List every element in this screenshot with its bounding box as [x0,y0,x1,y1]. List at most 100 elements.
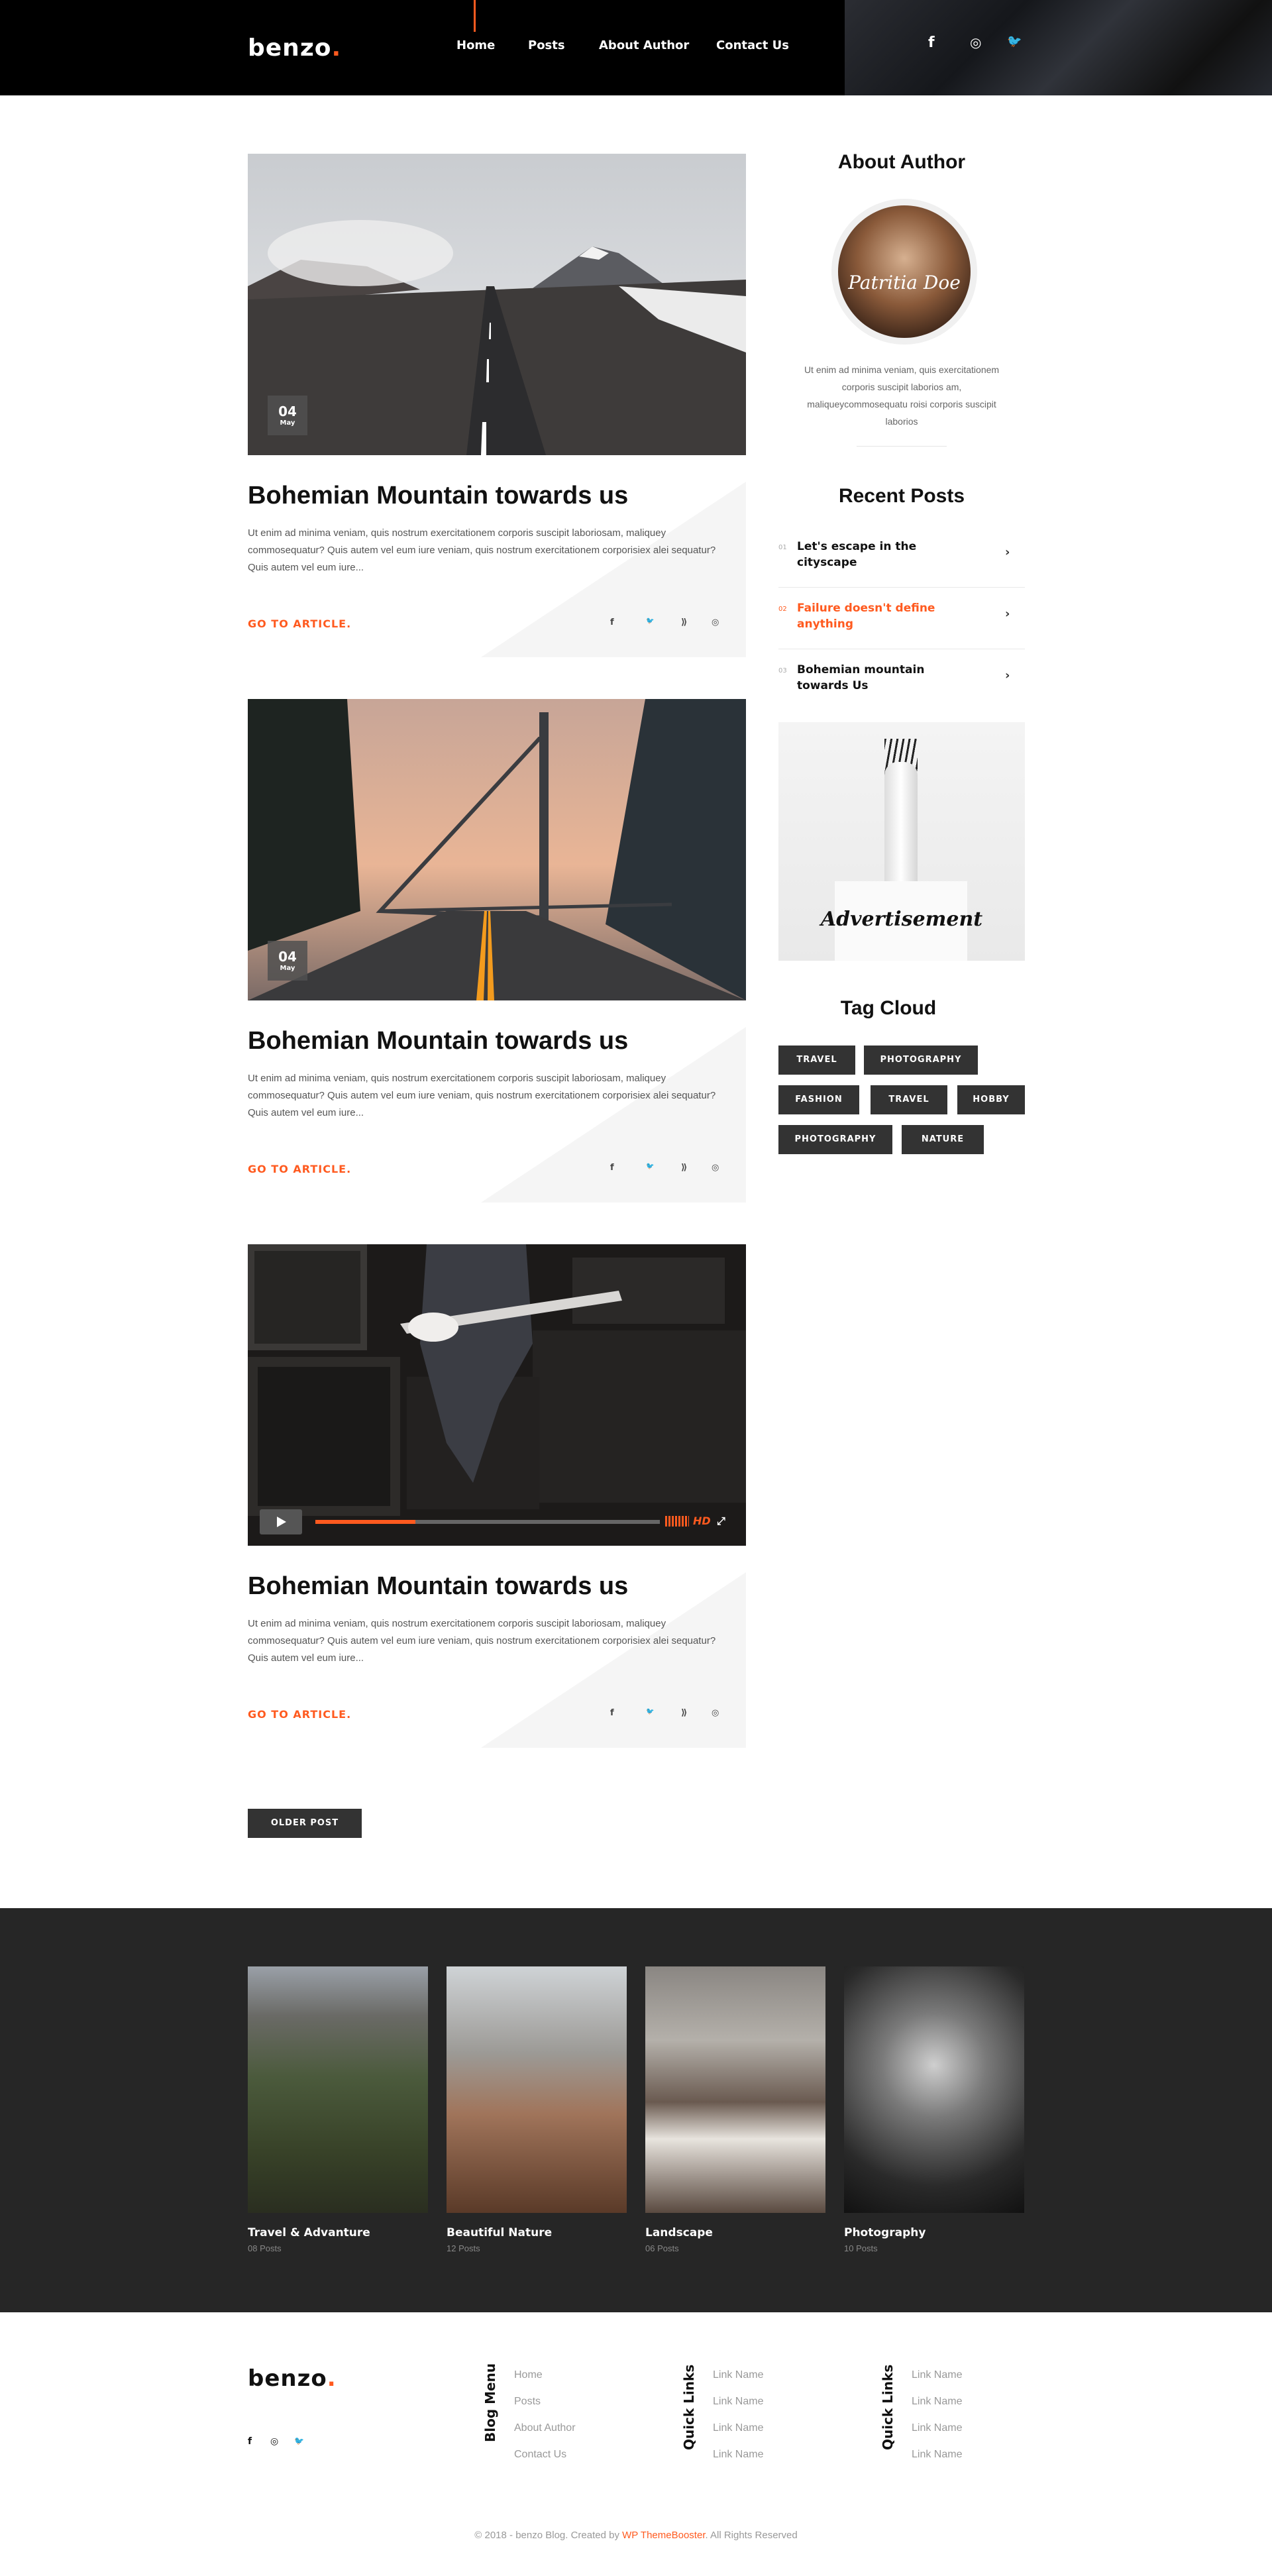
tag-cloud-heading: Tag Cloud [840,997,937,1019]
category-count: 08 Posts [248,2243,282,2253]
category-name[interactable]: Travel & Advanture [248,2226,428,2239]
post-title[interactable]: Bohemian Mountain towards us [248,1027,628,1055]
volume-bars[interactable] [665,1516,689,1527]
tag-nature[interactable]: NATURE [902,1125,984,1154]
footer-logo[interactable]: benzo. [248,2365,337,2392]
share-facebook-icon[interactable]: f [610,1708,614,1718]
tag-travel[interactable]: TRAVEL [871,1085,947,1114]
recent-post-title[interactable]: Let's escape in the cityscape [797,539,969,570]
category-name[interactable]: Photography [844,2226,1024,2239]
share-twitter-icon[interactable]: 🐦 [646,617,654,625]
post-image[interactable]: 04 May [248,699,746,1000]
footer-link[interactable]: Link Name [912,2396,962,2408]
recent-post-item[interactable]: 02 Failure doesn't define anything › [778,588,1025,649]
recent-post-item[interactable]: 01 Let's escape in the cityscape › [778,527,1025,588]
share-rss-icon[interactable]: ⟫ [681,1163,687,1173]
hd-quality-label[interactable]: HD [693,1515,711,1527]
categories-section: Travel & Advanture 08 Posts Beautiful Na… [0,1908,1272,2312]
footer-link[interactable]: Link Name [713,2396,763,2408]
instagram-icon[interactable]: ◎ [970,34,981,50]
footer-link[interactable]: Link Name [713,2422,763,2434]
theme-author-link[interactable]: WP ThemeBooster [622,2530,705,2541]
category-image [447,1966,627,2213]
post-date-badge: 04 May [268,941,307,981]
share-rss-icon[interactable]: ⟫ [681,617,687,627]
category-card[interactable]: Travel & Advanture 08 Posts [248,1966,428,2253]
footer-link[interactable]: Link Name [912,2369,962,2381]
share-facebook-icon[interactable]: f [610,1163,614,1173]
share-instagram-icon[interactable]: ◎ [712,617,719,627]
header-mountain-background [845,0,1272,95]
nav-posts[interactable]: Posts [528,38,565,52]
recent-post-title[interactable]: Failure doesn't define anything [797,600,969,632]
footer-column-title: Blog Menu [482,2363,498,2442]
nav-about-author[interactable]: About Author [599,38,689,52]
category-image [645,1966,825,2213]
category-card[interactable]: Photography 10 Posts [844,1966,1024,2253]
footer-link[interactable]: Link Name [713,2449,763,2461]
divider [857,446,947,447]
post-title[interactable]: Bohemian Mountain towards us [248,482,628,510]
category-count: 12 Posts [447,2243,480,2253]
post-video[interactable]: HD ⤢ [248,1244,746,1546]
about-author-heading: About Author [837,151,966,173]
copyright-text: © 2018 - benzo Blog. Created by WP Theme… [474,2530,798,2541]
go-to-article-link[interactable]: GO TO ARTICLE. [248,1708,351,1721]
twitter-icon[interactable]: 🐦 [294,2436,304,2445]
share-rss-icon[interactable]: ⟫ [681,1708,687,1718]
go-to-article-link[interactable]: GO TO ARTICLE. [248,1163,351,1175]
recent-posts-heading: Recent Posts [838,485,965,507]
twitter-icon[interactable]: 🐦 [1007,34,1022,48]
tag-photography[interactable]: PHOTOGRAPHY [864,1046,978,1075]
go-to-article-link[interactable]: GO TO ARTICLE. [248,617,351,630]
footer-link[interactable]: Home [514,2369,543,2381]
older-post-button[interactable]: OLDER POST [248,1809,362,1838]
about-author-text: Ut enim ad minima veniam, quis exercitat… [804,364,1000,427]
advertisement-banner[interactable]: Advertisement [778,722,1025,961]
post-excerpt: Ut enim ad minima veniam, quis nostrum e… [248,1618,716,1664]
tag-hobby[interactable]: HOBBY [957,1085,1025,1114]
footer-link[interactable]: Contact Us [514,2449,566,2461]
category-image [844,1966,1024,2213]
facebook-icon[interactable]: f [928,34,935,51]
share-instagram-icon[interactable]: ◎ [712,1708,719,1718]
category-name[interactable]: Beautiful Nature [447,2226,627,2239]
chevron-right-icon: › [1005,669,1010,682]
tag-fashion[interactable]: FASHION [778,1085,859,1114]
post-title[interactable]: Bohemian Mountain towards us [248,1572,628,1601]
post-image[interactable]: 04 May [248,154,746,455]
share-instagram-icon[interactable]: ◎ [712,1163,719,1173]
chevron-right-icon: › [1005,545,1010,559]
tag-photography[interactable]: PHOTOGRAPHY [778,1125,892,1154]
post-excerpt: Ut enim ad minima veniam, quis nostrum e… [248,527,716,573]
category-name[interactable]: Landscape [645,2226,825,2239]
nav-home[interactable]: Home [456,38,495,52]
facebook-icon[interactable]: f [248,2436,252,2447]
instagram-icon[interactable]: ◎ [270,2436,278,2447]
footer-link[interactable]: About Author [514,2422,576,2434]
recent-post-title[interactable]: Bohemian mountain towards Us [797,662,969,694]
video-progress-fill [315,1520,415,1524]
footer-link[interactable]: Link Name [912,2449,962,2461]
category-card[interactable]: Beautiful Nature 12 Posts [447,1966,627,2253]
share-twitter-icon[interactable]: 🐦 [646,1163,654,1170]
play-button[interactable] [260,1509,302,1534]
video-progress-track[interactable] [315,1520,660,1524]
video-player-controls: HD ⤢ [260,1509,734,1534]
author-avatar: Patritia Doe [831,199,977,345]
footer-link[interactable]: Link Name [713,2369,763,2381]
tag-travel[interactable]: TRAVEL [778,1046,855,1075]
site-header: benzo. Home Posts About Author Contact U… [0,0,1272,95]
nav-contact-us[interactable]: Contact Us [716,38,789,52]
category-count: 06 Posts [645,2243,679,2253]
fullscreen-icon[interactable]: ⤢ [717,1515,725,1528]
share-twitter-icon[interactable]: 🐦 [646,1708,654,1715]
category-image [248,1966,428,2213]
site-logo[interactable]: benzo. [248,34,341,62]
recent-post-item[interactable]: 03 Bohemian mountain towards Us › [778,650,1025,711]
author-signature: Patritia Doe [848,272,961,294]
category-card[interactable]: Landscape 06 Posts [645,1966,825,2253]
footer-link[interactable]: Link Name [912,2422,962,2434]
share-facebook-icon[interactable]: f [610,617,614,627]
footer-link[interactable]: Posts [514,2396,541,2408]
